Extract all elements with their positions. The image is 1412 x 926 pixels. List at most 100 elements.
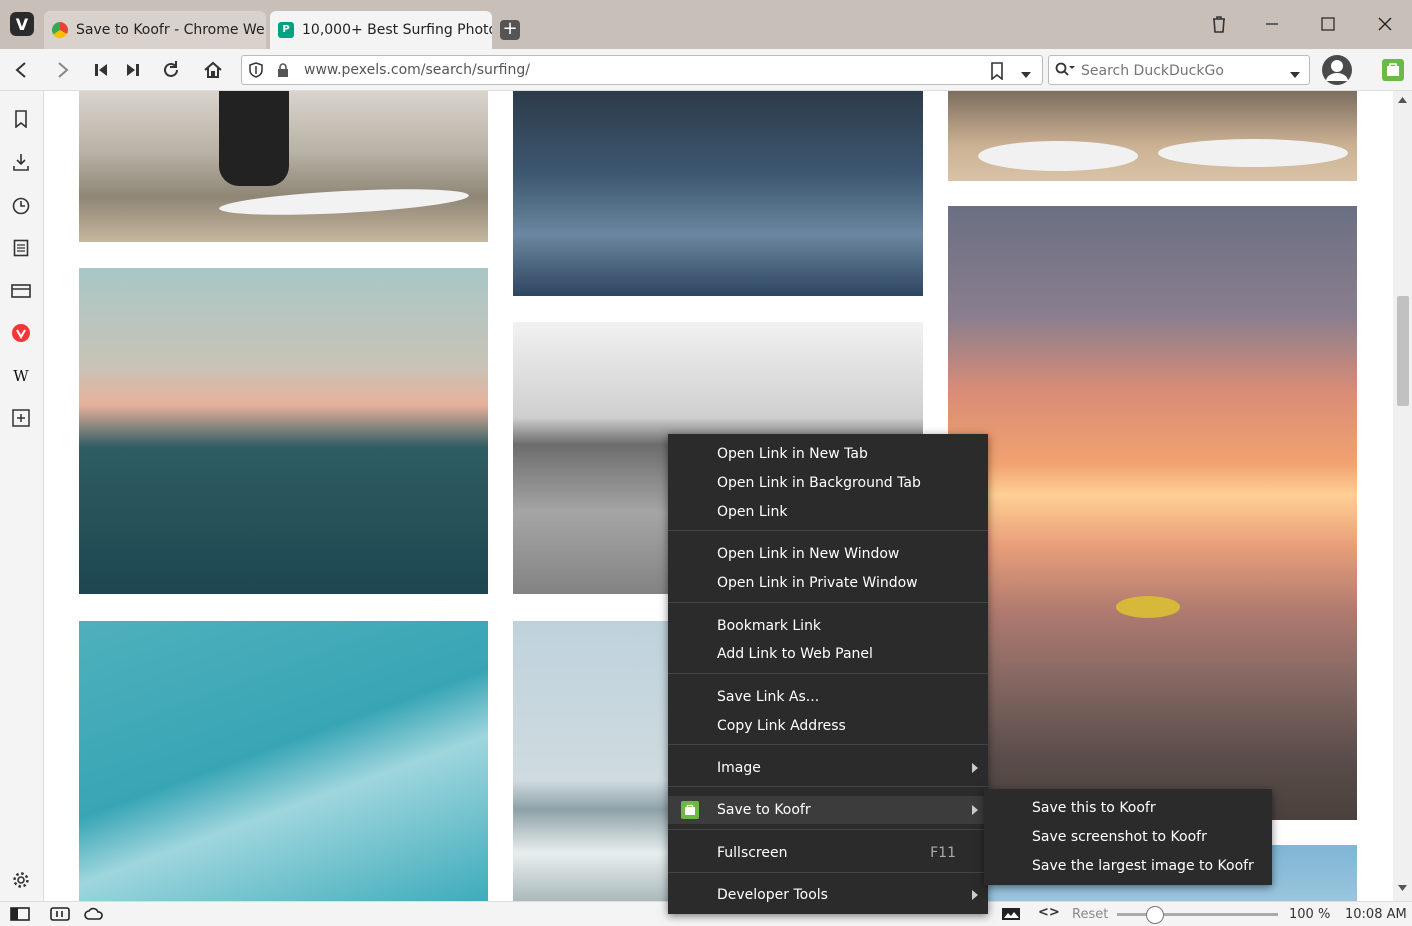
photo-detail	[219, 91, 289, 186]
trash-icon[interactable]	[1207, 12, 1231, 36]
menu-label: Image	[717, 760, 761, 776]
menu-open-link-private-window[interactable]: Open Link in Private Window	[668, 569, 988, 597]
settings-gear-icon[interactable]	[10, 869, 32, 891]
tab-tiling-icon[interactable]	[50, 906, 70, 922]
menu-copy-link-address[interactable]: Copy Link Address	[668, 712, 988, 740]
url-field[interactable]: www.pexels.com/search/surfing/	[241, 55, 1043, 85]
scroll-up-icon[interactable]	[1398, 97, 1407, 103]
menu-save-screenshot-to-koofr[interactable]: Save screenshot to Koofr	[984, 823, 1272, 851]
url-text: www.pexels.com/search/surfing/	[304, 62, 530, 78]
vivaldi-menu-icon[interactable]: V	[10, 12, 34, 36]
chevron-right-icon	[972, 763, 978, 773]
photo-sea-sunset-surfers[interactable]	[79, 268, 488, 594]
minimize-button[interactable]	[1260, 12, 1284, 36]
photo-detail	[978, 141, 1138, 171]
menu-label: Fullscreen	[717, 845, 788, 861]
chrome-store-icon	[52, 22, 68, 38]
koofr-icon	[681, 801, 699, 819]
menu-add-link-web-panel[interactable]: Add Link to Web Panel	[668, 640, 988, 668]
menu-separator	[668, 673, 988, 674]
bookmarks-panel-icon[interactable]	[10, 108, 32, 130]
zoom-slider-knob[interactable]	[1145, 906, 1164, 924]
scroll-down-icon[interactable]	[1398, 885, 1407, 891]
menu-open-link-background-tab[interactable]: Open Link in Background Tab	[668, 469, 988, 497]
new-tab-button[interactable]: +	[500, 20, 520, 40]
chevron-right-icon	[972, 890, 978, 900]
shield-icon[interactable]	[248, 62, 264, 82]
maximize-button[interactable]	[1316, 12, 1340, 36]
side-panel: W	[0, 91, 44, 901]
photo-wave-surfer[interactable]	[79, 621, 488, 901]
menu-bookmark-link[interactable]: Bookmark Link	[668, 612, 988, 640]
tab-label: 10,000+ Best Surfing Photos	[302, 22, 492, 38]
menu-shortcut: F11	[930, 845, 956, 861]
window-panel-icon[interactable]	[10, 280, 32, 302]
menu-save-link-as[interactable]: Save Link As...	[668, 683, 988, 711]
menu-open-link[interactable]: Open Link	[668, 498, 988, 526]
back-button[interactable]	[8, 57, 34, 83]
menu-label: Developer Tools	[717, 887, 828, 903]
menu-open-link-new-tab[interactable]: Open Link in New Tab	[668, 440, 988, 468]
home-button[interactable]	[200, 57, 226, 83]
photo-sunset-surfer-beach[interactable]	[948, 206, 1357, 820]
menu-fullscreen[interactable]: Fullscreen F11	[668, 839, 988, 867]
vivaldi-panel-icon[interactable]	[10, 322, 32, 344]
search-field[interactable]	[1048, 55, 1310, 85]
tab-save-to-koofr[interactable]: Save to Koofr - Chrome We	[44, 11, 266, 49]
close-window-button[interactable]	[1373, 12, 1397, 36]
zoom-reset-button[interactable]: Reset	[1072, 907, 1108, 922]
rewind-button[interactable]	[88, 57, 114, 83]
photo-detail	[1158, 139, 1348, 167]
address-bar: www.pexels.com/search/surfing/	[0, 49, 1412, 91]
koofr-extension-icon[interactable]	[1382, 59, 1404, 81]
reload-button[interactable]	[158, 57, 184, 83]
profile-avatar[interactable]	[1322, 55, 1352, 85]
lock-icon	[276, 62, 290, 82]
bookmark-icon[interactable]	[990, 62, 1004, 84]
sync-cloud-icon[interactable]	[84, 906, 104, 922]
chevron-down-icon[interactable]	[1020, 67, 1032, 83]
menu-separator	[668, 530, 988, 531]
search-input[interactable]	[1081, 61, 1281, 81]
code-icon[interactable]: <>	[1038, 905, 1060, 920]
menu-separator	[668, 829, 988, 830]
koofr-submenu: Save this to Koofr Save screenshot to Ko…	[984, 789, 1272, 885]
photo-surfboards-sand[interactable]	[948, 91, 1357, 181]
add-web-panel-icon[interactable]	[10, 407, 32, 429]
tab-surfing-photos[interactable]: P 10,000+ Best Surfing Photos	[270, 11, 492, 49]
tab-label: Save to Koofr - Chrome We	[76, 22, 265, 38]
chevron-down-icon[interactable]	[1289, 67, 1301, 83]
photo-detail	[218, 184, 470, 220]
menu-separator	[668, 786, 988, 787]
menu-save-largest-image-to-koofr[interactable]: Save the largest image to Koofr	[984, 852, 1272, 880]
menu-label: Save to Koofr	[717, 802, 811, 818]
zoom-level: 100 %	[1289, 907, 1331, 922]
menu-image[interactable]: Image	[668, 754, 988, 782]
fast-forward-button[interactable]	[120, 57, 146, 83]
tab-bar: V Save to Koofr - Chrome We P 10,000+ Be…	[0, 0, 1412, 49]
wikipedia-panel-icon[interactable]: W	[10, 365, 32, 387]
history-panel-icon[interactable]	[10, 195, 32, 217]
menu-separator	[668, 872, 988, 873]
menu-save-this-to-koofr[interactable]: Save this to Koofr	[984, 794, 1272, 822]
menu-open-link-new-window[interactable]: Open Link in New Window	[668, 540, 988, 568]
image-toggle-icon[interactable]	[1001, 906, 1021, 922]
menu-separator	[668, 602, 988, 603]
search-icon	[1055, 62, 1075, 82]
menu-save-to-koofr[interactable]: Save to Koofr	[668, 796, 988, 824]
forward-button[interactable]	[50, 57, 76, 83]
context-menu: Open Link in New Tab Open Link in Backgr…	[668, 434, 988, 914]
downloads-panel-icon[interactable]	[10, 151, 32, 173]
clock: 10:08 AM	[1345, 907, 1407, 922]
pexels-icon: P	[278, 22, 294, 38]
vertical-scrollbar[interactable]	[1393, 91, 1412, 901]
scrollbar-thumb[interactable]	[1397, 296, 1409, 406]
panel-toggle-icon[interactable]	[10, 906, 30, 922]
zoom-slider[interactable]	[1117, 906, 1278, 924]
photo-surfers-shore[interactable]	[79, 91, 488, 242]
menu-developer-tools[interactable]: Developer Tools	[668, 881, 988, 909]
photo-detail	[1116, 596, 1180, 618]
photo-dark-water[interactable]	[513, 91, 923, 296]
notes-panel-icon[interactable]	[10, 237, 32, 259]
chevron-right-icon	[972, 805, 978, 815]
